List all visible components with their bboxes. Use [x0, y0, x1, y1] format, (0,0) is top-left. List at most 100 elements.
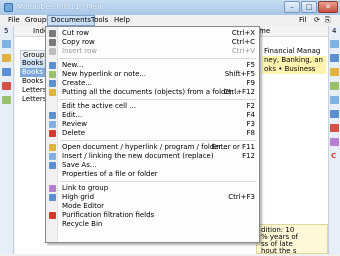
- menu-item-label: Cut row: [62, 29, 90, 37]
- menu-item-delete[interactable]: Delete F8: [46, 129, 259, 138]
- menu-item-high-grid[interactable]: High grid Ctrl+F3: [46, 193, 259, 202]
- menu-separator: [60, 99, 256, 100]
- maximize-button[interactable]: □: [301, 1, 317, 13]
- menu-item-label: Properties of a file or folder: [62, 170, 158, 178]
- insert-link-icon: [49, 153, 56, 160]
- close-button[interactable]: ✕: [318, 1, 338, 13]
- menu-item-shortcut: Shift+F5: [224, 70, 255, 78]
- menu-item-recycle-bin[interactable]: Recycle Bin: [46, 220, 259, 229]
- link-icon[interactable]: [330, 138, 339, 146]
- menu-item-shortcut: F2: [246, 102, 255, 110]
- menu-item-new-hyperlink-or-note[interactable]: New hyperlink or note... Shift+F5: [46, 70, 259, 79]
- menu-item-label: Putting all the documents (objects) from…: [62, 88, 239, 96]
- documents-menu: Cut row Ctrl+X Copy row Ctrl+C Insert row Ctr…: [45, 26, 260, 243]
- copy-icon[interactable]: [330, 96, 339, 104]
- copy-icon[interactable]: ⎘: [322, 15, 334, 26]
- menu-item-edit[interactable]: Edit... F4: [46, 111, 259, 120]
- copy-icon: [49, 39, 56, 46]
- menu-separator: [60, 181, 256, 182]
- info-box: dition: 10 % years of ss of late hout th…: [256, 224, 328, 255]
- edit-icon[interactable]: [330, 54, 339, 62]
- table-row[interactable]: Books H: [20, 77, 47, 86]
- menu-item-label: Insert / linking the new document (repla…: [62, 152, 214, 160]
- menu-item-shortcut: F8: [246, 129, 255, 137]
- menu-item-shortcut: F12: [242, 152, 255, 160]
- table-row[interactable]: Books A: [20, 68, 47, 77]
- minimize-button[interactable]: –: [284, 1, 300, 13]
- delete-icon[interactable]: [2, 82, 11, 90]
- menu-item-shortcut: F9: [246, 79, 255, 87]
- menu-item-save-as[interactable]: Save As...: [46, 161, 259, 170]
- menu-item-putting-all-the-documents-objects-from-a-folder[interactable]: Putting all the documents (objects) from…: [46, 88, 259, 97]
- table-cell[interactable]: oks • Business: [262, 65, 326, 74]
- menu-item-label: Save As...: [62, 161, 97, 169]
- menu-item-purification-filtration-fields[interactable]: Purification filtration fields: [46, 211, 259, 220]
- table-row[interactable]: Books Ar: [20, 59, 47, 68]
- info-line: hout the s: [261, 247, 297, 255]
- page-number-right: 4: [332, 27, 337, 35]
- menu-item-label: Create...: [62, 79, 92, 87]
- menu-bar: File Groups Documents Tools Help Fil ⟳ ⎘: [0, 15, 340, 26]
- review-icon[interactable]: [330, 82, 339, 90]
- menu-item-copy-row[interactable]: Copy row Ctrl+C: [46, 38, 259, 47]
- menu-item-label: New...: [62, 61, 84, 69]
- menu-item-label: Insert row: [62, 47, 98, 55]
- hyperlink-icon: [49, 71, 56, 78]
- table-cell[interactable]: Financial Manag: [262, 47, 326, 56]
- document-icon[interactable]: [330, 40, 339, 48]
- grid-icon[interactable]: [330, 110, 339, 118]
- folder-icon[interactable]: [2, 54, 11, 62]
- menu-item-cut-row[interactable]: Cut row Ctrl+X: [46, 29, 259, 38]
- menu-item-label: High grid: [62, 193, 95, 201]
- review-icon: [49, 121, 56, 128]
- menu-item-create[interactable]: Create... F9: [46, 79, 259, 88]
- menu-tools[interactable]: Tools: [88, 15, 111, 26]
- table-row[interactable]: Letters P: [20, 95, 47, 104]
- save-icon: [49, 162, 56, 169]
- table-row[interactable]: Letters B: [20, 86, 47, 95]
- menu-item-label: Edit the active cell ...: [62, 102, 136, 110]
- title-bar: ModusDec 6.0.11 - Main – □ ✕: [0, 0, 340, 15]
- menu-item-label: Review: [62, 120, 87, 128]
- create-icon: [49, 80, 56, 87]
- menu-item-label: Link to group: [62, 184, 109, 192]
- review-icon[interactable]: [2, 96, 11, 104]
- menu-item-insert-linking-the-new-document-replace[interactable]: Insert / linking the new document (repla…: [46, 152, 259, 161]
- filter-button[interactable]: Fil: [296, 15, 309, 26]
- menu-item-new[interactable]: New... F5: [46, 61, 259, 70]
- edit-icon[interactable]: [2, 68, 11, 76]
- menu-item-shortcut: F4: [246, 111, 255, 119]
- menu-item-shortcut: Ctrl+X: [231, 29, 255, 37]
- menu-item-edit-the-active-cell[interactable]: Edit the active cell ... F2: [46, 102, 259, 111]
- folder-icon[interactable]: [330, 68, 339, 76]
- table-cell[interactable]: ney, Banking, an: [262, 56, 326, 65]
- c-icon[interactable]: C: [331, 152, 336, 160]
- cut-icon: [49, 30, 56, 37]
- menu-item-link-to-group[interactable]: Link to group: [46, 184, 259, 193]
- menu-separator: [60, 140, 256, 141]
- menu-item-label: Purification filtration fields: [62, 211, 155, 219]
- document-icon[interactable]: [2, 40, 11, 48]
- menu-file[interactable]: File: [5, 15, 23, 26]
- menu-item-open-document-hyperlink-program-folder[interactable]: Open document / hyperlink / program / fo…: [46, 143, 259, 152]
- paste-icon: [49, 48, 56, 55]
- menu-item-label: Delete: [62, 129, 85, 137]
- window-title: ModusDec 6.0.11 - Main: [17, 3, 104, 11]
- edit-icon: [49, 112, 56, 119]
- menu-item-shortcut: Ctrl+C: [231, 38, 255, 46]
- name-column-label: me: [259, 27, 271, 35]
- menu-item-shortcut: F5: [246, 61, 255, 69]
- menu-item-review[interactable]: Review F3: [46, 120, 259, 129]
- link-group-icon: [49, 185, 56, 192]
- menu-item-properties-of-a-file-or-folder[interactable]: Properties of a file or folder: [46, 170, 259, 179]
- delete-icon[interactable]: [330, 124, 339, 132]
- page-number-left: 5: [4, 27, 9, 35]
- open-icon: [49, 144, 56, 151]
- menu-item-shortcut: Ctrl+V: [231, 47, 255, 55]
- menu-item-label: Copy row: [62, 38, 95, 46]
- menu-item-mode-editor[interactable]: Mode Editor: [46, 202, 259, 211]
- menu-help[interactable]: Help: [111, 15, 133, 26]
- app-icon: [4, 3, 13, 12]
- delete-icon: [49, 130, 56, 137]
- menu-item-insert-row: Insert row Ctrl+V: [46, 47, 259, 56]
